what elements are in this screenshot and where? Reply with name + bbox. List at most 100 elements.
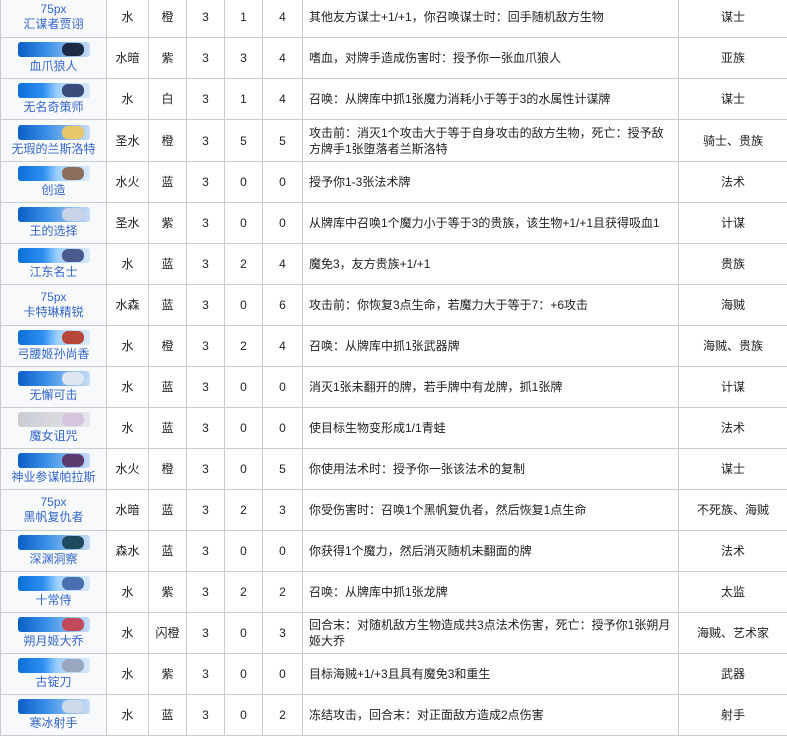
card-attribute: 水暗: [106, 489, 149, 531]
card-cost: 3: [186, 366, 225, 408]
table-row: 魔女诅咒水蓝 3 0 0 使目标生物变形成1/1青蛙 法术: [0, 407, 787, 449]
card-name-link[interactable]: 古锭刀: [6, 674, 101, 690]
card-cost: 3: [186, 243, 225, 285]
card-name-cell: 75px 黑帆复仇者: [0, 489, 107, 531]
card-thumbnail-icon[interactable]: [17, 658, 90, 673]
card-thumbnail-icon[interactable]: [17, 453, 90, 468]
image-placeholder-text[interactable]: 75px: [6, 495, 101, 509]
card-tags: 亚族: [678, 37, 787, 79]
card-description: 攻击前：你恢复3点生命，若魔力大于等于7：+6攻击: [302, 284, 679, 326]
card-health: 3: [262, 612, 303, 654]
card-health: 2: [262, 694, 303, 736]
card-description: 冻结攻击，回合末：对正面敌方造成2点伤害: [302, 694, 679, 736]
card-attack: 3: [224, 37, 263, 79]
card-description: 授予你1-3张法术牌: [302, 161, 679, 203]
card-tags: 骑士、贵族: [678, 119, 787, 162]
card-thumbnail-icon[interactable]: [17, 42, 90, 57]
card-attack: 2: [224, 489, 263, 531]
card-thumbnail-icon[interactable]: [17, 371, 90, 386]
card-thumbnail-icon[interactable]: [17, 699, 90, 714]
card-attack: 2: [224, 571, 263, 613]
card-art-icon: [61, 249, 84, 262]
card-description: 你受伤害时：召唤1个黑帆复仇者，然后恢复1点生命: [302, 489, 679, 531]
card-rows: 75px 汇谋者贾诩水橙 3 1 4 其他友方谋士+1/+1，你召唤谋士时：回手随机敌方生…: [0, 0, 787, 736]
card-thumbnail-icon[interactable]: [17, 576, 90, 591]
card-name-link[interactable]: 深渊洞察: [6, 551, 101, 567]
card-health: 3: [262, 489, 303, 531]
image-placeholder-text[interactable]: 75px: [6, 290, 101, 304]
card-name-cell: 王的选择: [0, 202, 107, 244]
card-name-link[interactable]: 十常侍: [6, 592, 101, 608]
card-name-link[interactable]: 创造: [6, 182, 101, 198]
card-thumbnail-icon[interactable]: [17, 330, 90, 345]
card-rarity: 紫: [148, 202, 187, 244]
card-attack: 0: [224, 407, 263, 449]
card-thumbnail-icon[interactable]: [17, 617, 90, 632]
card-attack: 1: [224, 78, 263, 120]
card-art-icon: [61, 454, 84, 467]
card-name-link[interactable]: 无瑕的兰斯洛特: [6, 141, 101, 157]
card-art-icon: [61, 536, 84, 549]
card-name-cell: 无名奇策师: [0, 78, 107, 120]
card-art-icon: [61, 413, 84, 426]
card-description: 召唤：从牌库中抓1张武器牌: [302, 325, 679, 367]
card-thumbnail-icon[interactable]: [17, 166, 90, 181]
card-description: 召唤：从牌库中抓1张龙牌: [302, 571, 679, 613]
card-attack: 0: [224, 653, 263, 695]
card-tags: 海贼、艺术家: [678, 612, 787, 654]
card-name-link[interactable]: 黑帆复仇者: [6, 509, 101, 525]
card-health: 5: [262, 448, 303, 490]
card-rarity: 蓝: [148, 407, 187, 449]
card-name-cell: 无懈可击: [0, 366, 107, 408]
card-attack: 2: [224, 325, 263, 367]
card-health: 4: [262, 325, 303, 367]
card-name-link[interactable]: 汇谋者贾诩: [6, 16, 101, 32]
table-row: 古锭刀水紫 3 0 0 目标海贼+1/+3且具有魔免3和重生 武器: [0, 653, 787, 695]
card-art-icon: [61, 577, 84, 590]
card-attribute: 水: [106, 612, 149, 654]
card-thumbnail-icon[interactable]: [17, 83, 90, 98]
card-name-link[interactable]: 弓腰姬孙尚香: [6, 346, 101, 362]
card-name-link[interactable]: 朔月姬大乔: [6, 633, 101, 649]
card-name-link[interactable]: 魔女诅咒: [6, 428, 101, 444]
card-cost: 3: [186, 407, 225, 449]
card-name-cell: 十常侍: [0, 571, 107, 613]
card-name-link[interactable]: 寒冰射手: [6, 715, 101, 731]
card-attribute: 水: [106, 653, 149, 695]
card-description: 其他友方谋士+1/+1，你召唤谋士时：回手随机敌方生物: [302, 0, 679, 38]
card-name-link[interactable]: 卡特琳精锐: [6, 304, 101, 320]
card-art-icon: [61, 618, 84, 631]
image-placeholder-text[interactable]: 75px: [6, 2, 101, 16]
card-thumbnail-icon[interactable]: [17, 535, 90, 550]
card-health: 0: [262, 407, 303, 449]
card-description: 魔免3，友方贵族+1/+1: [302, 243, 679, 285]
table-row: 75px 黑帆复仇者 水暗蓝 3 2 3 你受伤害时：召唤1个黑帆复仇者，然后恢复1点生命不…: [0, 489, 787, 531]
card-name-link[interactable]: 王的选择: [6, 223, 101, 239]
card-name-link[interactable]: 无名奇策师: [6, 99, 101, 115]
card-rarity: 紫: [148, 37, 187, 79]
card-health: 4: [262, 0, 303, 38]
card-description: 从牌库中召唤1个魔力小于等于3的贵族，该生物+1/+1且获得吸血1: [302, 202, 679, 244]
card-thumbnail-icon[interactable]: [17, 207, 90, 222]
card-tags: 谋士: [678, 0, 787, 38]
card-tags: 海贼、贵族: [678, 325, 787, 367]
card-attack: 0: [224, 284, 263, 326]
card-health: 0: [262, 653, 303, 695]
table-row: 无懈可击水蓝 3 0 0 消灭1张未翻开的牌，若手牌中有龙牌，抓1张牌 计谋: [0, 366, 787, 408]
card-name-link[interactable]: 江东名士: [6, 264, 101, 280]
card-attribute: 水: [106, 0, 149, 38]
table-row: 朔月姬大乔水闪橙 3 0 3 回合末：对随机敌方生物造成共3点法术伤害，死亡：授予你1张…: [0, 612, 787, 654]
card-attribute: 圣水: [106, 119, 149, 162]
card-cost: 3: [186, 653, 225, 695]
card-name-link[interactable]: 血爪狼人: [6, 58, 101, 74]
card-tags: 不死族、海贼: [678, 489, 787, 531]
table-row: 75px 汇谋者贾诩水橙 3 1 4 其他友方谋士+1/+1，你召唤谋士时：回手随机敌方生…: [0, 0, 787, 38]
card-thumbnail-icon[interactable]: [17, 124, 90, 140]
card-name-link[interactable]: 神业参谋帕拉斯: [6, 469, 101, 485]
card-rarity: 橙: [148, 119, 187, 162]
card-art-icon: [61, 208, 84, 221]
card-thumbnail-icon[interactable]: [17, 248, 90, 263]
card-name-link[interactable]: 无懈可击: [6, 387, 101, 403]
card-thumbnail-icon[interactable]: [17, 412, 90, 427]
card-cost: 3: [186, 694, 225, 736]
